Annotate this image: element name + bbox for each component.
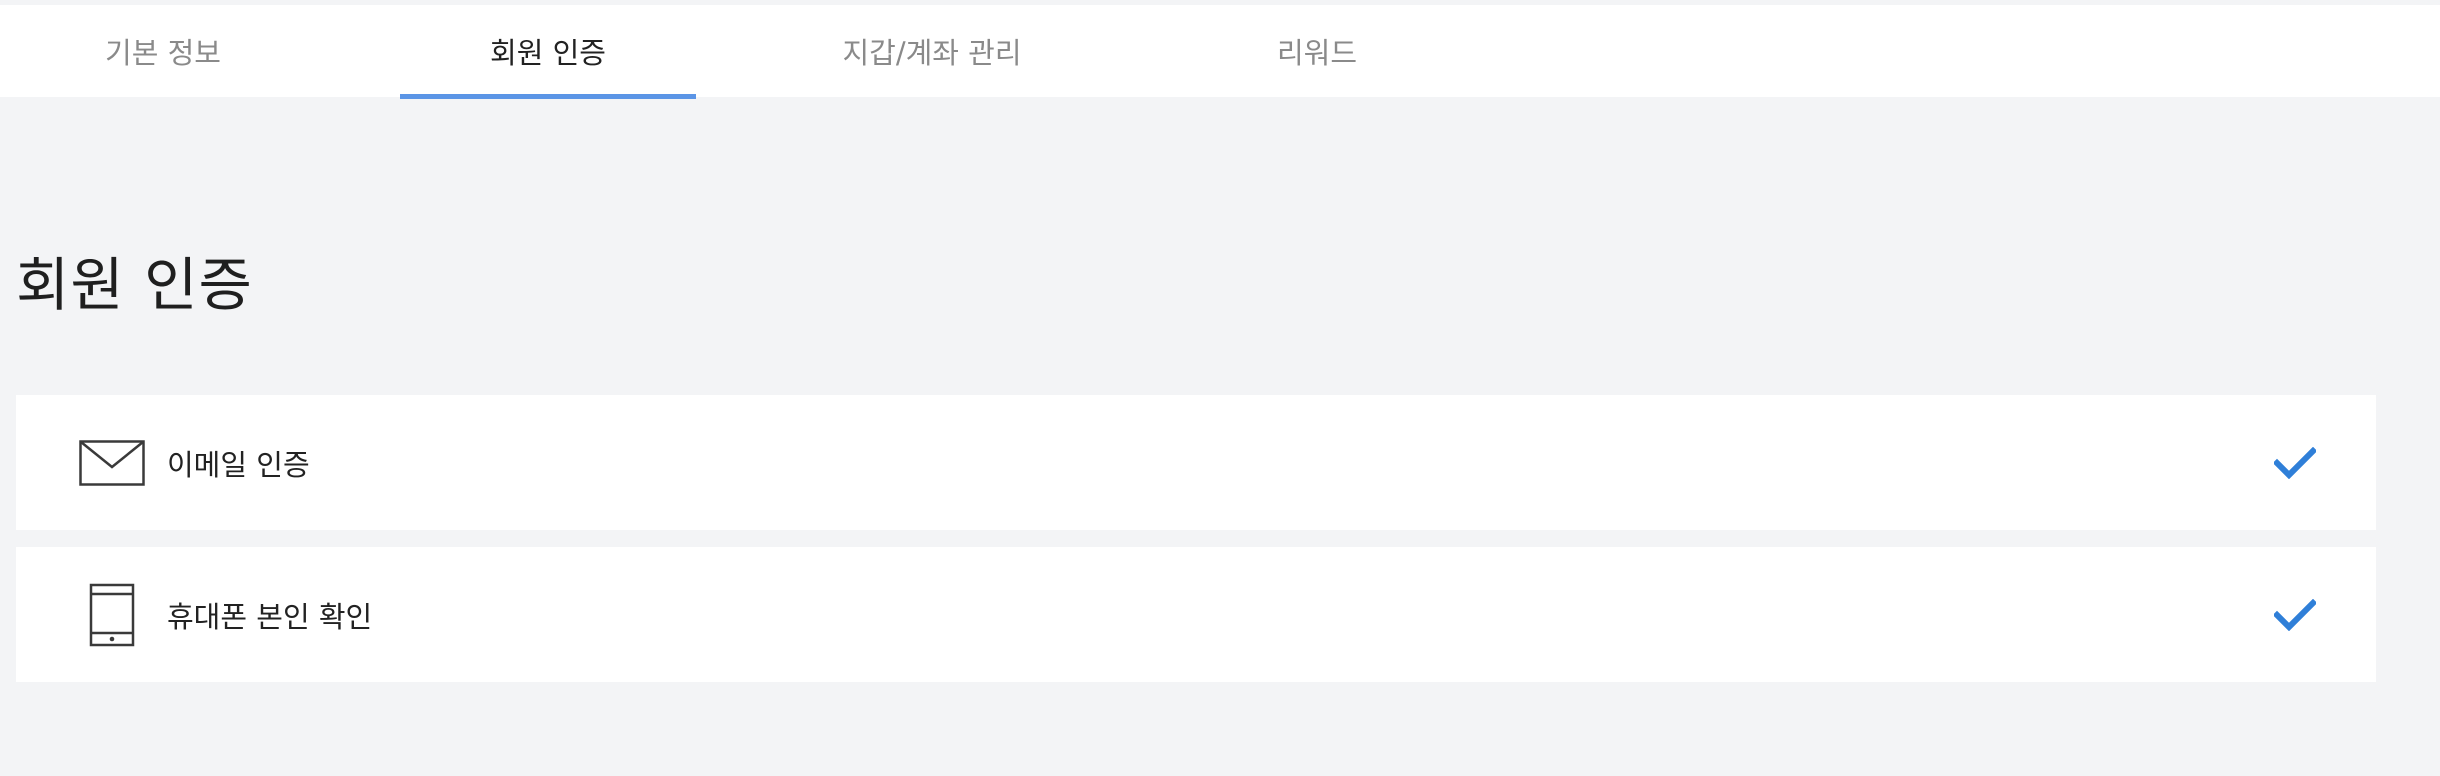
tab-label: 회원 인증 [490, 36, 606, 70]
checkmark-icon [2274, 395, 2316, 530]
phone-verification-label: 휴대폰 본인 확인 [167, 599, 373, 634]
tab-label: 리워드 [1276, 36, 1358, 70]
tab-label: 기본 정보 [105, 36, 221, 70]
phone-verification-row[interactable]: 휴대폰 본인 확인 [16, 547, 2376, 682]
email-verification-label: 이메일 인증 [167, 447, 310, 482]
tab-bar: 기본 정보 회원 인증 지갑/계좌 관리 리워드 [0, 0, 2440, 99]
mobile-phone-icon [78, 547, 146, 682]
tab-wallet-account[interactable]: 지갑/계좌 관리 [800, 5, 1064, 97]
tab-member-verification[interactable]: 회원 인증 [400, 5, 696, 99]
tab-rewards[interactable]: 리워드 [1200, 5, 1434, 97]
checkmark-icon [2274, 547, 2316, 682]
tab-basic-info[interactable]: 기본 정보 [40, 5, 286, 97]
envelope-icon [78, 395, 146, 530]
email-verification-row[interactable]: 이메일 인증 [16, 395, 2376, 530]
tab-label: 지갑/계좌 관리 [842, 36, 1022, 70]
page-title: 회원 인증 [16, 251, 253, 319]
